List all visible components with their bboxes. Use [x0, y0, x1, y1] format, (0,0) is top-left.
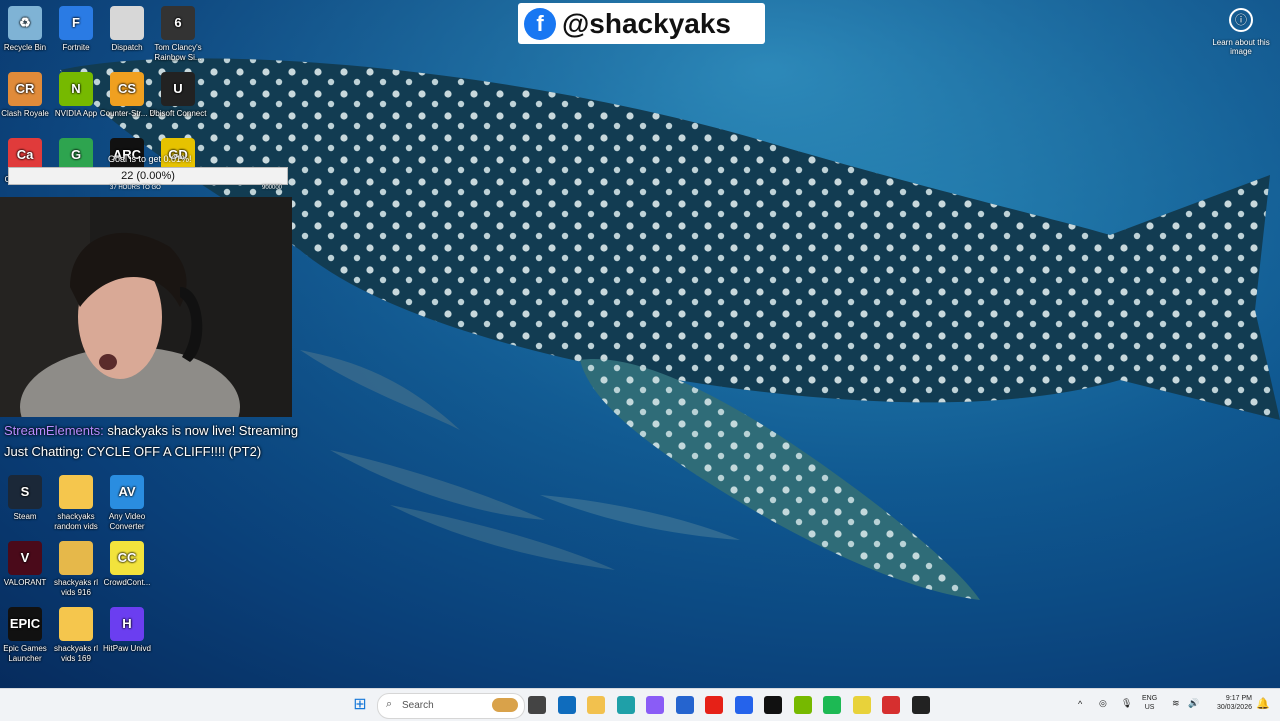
crowdcontrol-icon[interactable]: crowdcontrol — [852, 696, 871, 714]
desktop-icon-any-video-converter[interactable]: AV Any Video Converter — [97, 475, 157, 532]
language-indicator[interactable]: ENG US — [1142, 694, 1157, 712]
app-icon: AV — [110, 475, 144, 509]
app-icon — [59, 541, 93, 575]
app-icon — [110, 6, 144, 40]
desktop-icon-crowdcont[interactable]: CC CrowdCont... — [97, 541, 157, 588]
alert-line1: shackyaks is now live! Streaming — [103, 423, 299, 438]
clock-date: 30/03/2026 — [1216, 704, 1252, 711]
caffeinated-icon[interactable]: caffeinated — [882, 696, 900, 714]
learn-about-image[interactable]: ⓘ Learn about this image — [1212, 8, 1270, 56]
region-code: US — [1144, 704, 1155, 711]
wifi-icon[interactable]: ≋ — [1172, 698, 1180, 709]
file-explorer-icon[interactable]: file-explorer — [587, 696, 605, 714]
app-icon: S — [8, 475, 42, 509]
app-icon: F — [59, 6, 93, 40]
search-input[interactable]: ⌕ Search — [377, 693, 525, 719]
facebook-handle: @shackyaks — [562, 7, 731, 39]
stream-alert: StreamElements: shackyaks is now live! S… — [4, 420, 298, 462]
goal-progress-bar: 22 (0.00%) — [8, 167, 288, 185]
desktop-icon-label: Ubisoft Connect — [149, 109, 207, 118]
notification-bell-icon[interactable]: 🔔 — [1256, 697, 1270, 710]
search-icon: ⌕ — [386, 698, 393, 710]
desktop-icon-label: HitPaw Univd — [102, 644, 151, 653]
app-icon: CC — [110, 541, 144, 575]
app-icon: CS — [110, 72, 144, 106]
store-icon[interactable]: store — [675, 696, 694, 714]
alert-source: StreamElements: — [4, 423, 104, 438]
facebook-icon: f — [524, 7, 556, 40]
app-icon: N — [59, 72, 93, 106]
app-icon — [59, 607, 93, 641]
goal-time-left: 37 HOURS TO GO — [110, 185, 161, 191]
taskbar: ⊞ ⌕ Search task-view outlook file-explorer… — [0, 688, 1280, 721]
desktop-icon-label: CrowdCont... — [103, 578, 151, 587]
search-highlight-icon — [492, 698, 518, 712]
obs-icon[interactable]: obs — [911, 696, 930, 714]
mic-icon[interactable]: 🎙 — [1121, 698, 1132, 709]
webcam-overlay — [0, 197, 292, 417]
network-alt-icon[interactable]: ◎ — [1099, 698, 1107, 709]
desktop-icon-hitpaw-univd[interactable]: H HitPaw Univd — [97, 607, 157, 654]
start-icon[interactable]: ⊞ — [351, 696, 369, 714]
outlook-icon[interactable]: outlook — [557, 696, 576, 714]
info-icon: ⓘ — [1229, 8, 1253, 32]
desktop-icon-label: Tom Clancy's Rainbow Si... — [154, 43, 202, 62]
search-placeholder: Search — [402, 700, 434, 711]
goal-title: Goal is to get 0.01%! — [108, 154, 192, 164]
spotify-icon[interactable]: spotify — [823, 696, 841, 714]
capcut-icon[interactable]: capcut — [764, 696, 782, 714]
language-code: ENG — [1142, 695, 1158, 702]
app-icon: U — [161, 72, 195, 106]
learn-about-label: Learn about this image — [1212, 38, 1270, 56]
nvidia-icon[interactable]: nvidia — [793, 696, 812, 714]
app-icon — [59, 475, 93, 509]
desktop-icon-ubisoft-connect[interactable]: U Ubisoft Connect — [148, 72, 208, 119]
app-icon: V — [8, 541, 42, 575]
desktop-icon-tom-clancy-s-rainbow-si[interactable]: 6 Tom Clancy's Rainbow Si... — [148, 6, 208, 63]
task-view-icon[interactable]: task-view — [528, 696, 546, 714]
app-icon: ♻ — [8, 6, 42, 40]
clock-time: 9:17 PM — [1225, 695, 1252, 702]
clock[interactable]: 9:17 PM 30/03/2026 — [1208, 694, 1252, 712]
gift-icon[interactable]: gift — [734, 696, 753, 714]
app-icon: EPIC — [8, 607, 42, 641]
copilot-icon[interactable]: copilot — [646, 696, 664, 714]
app-icon: CR — [8, 72, 42, 106]
youtube-icon[interactable]: youtube — [705, 696, 723, 714]
chevron-up-icon[interactable]: ^ — [1078, 699, 1082, 709]
app-icon: H — [110, 607, 144, 641]
desktop-icon-label: Any Video Converter — [108, 512, 146, 531]
goal-target: 900000 — [262, 185, 283, 191]
app-icon: 6 — [161, 6, 195, 40]
volume-icon[interactable]: 🔊 — [1188, 698, 1199, 709]
facebook-handle-banner: f @shackyaks — [518, 3, 765, 44]
alert-line2: Just Chatting: CYCLE OFF A CLIFF!!!! (PT… — [4, 444, 262, 459]
edge-icon[interactable]: edge — [616, 696, 635, 714]
